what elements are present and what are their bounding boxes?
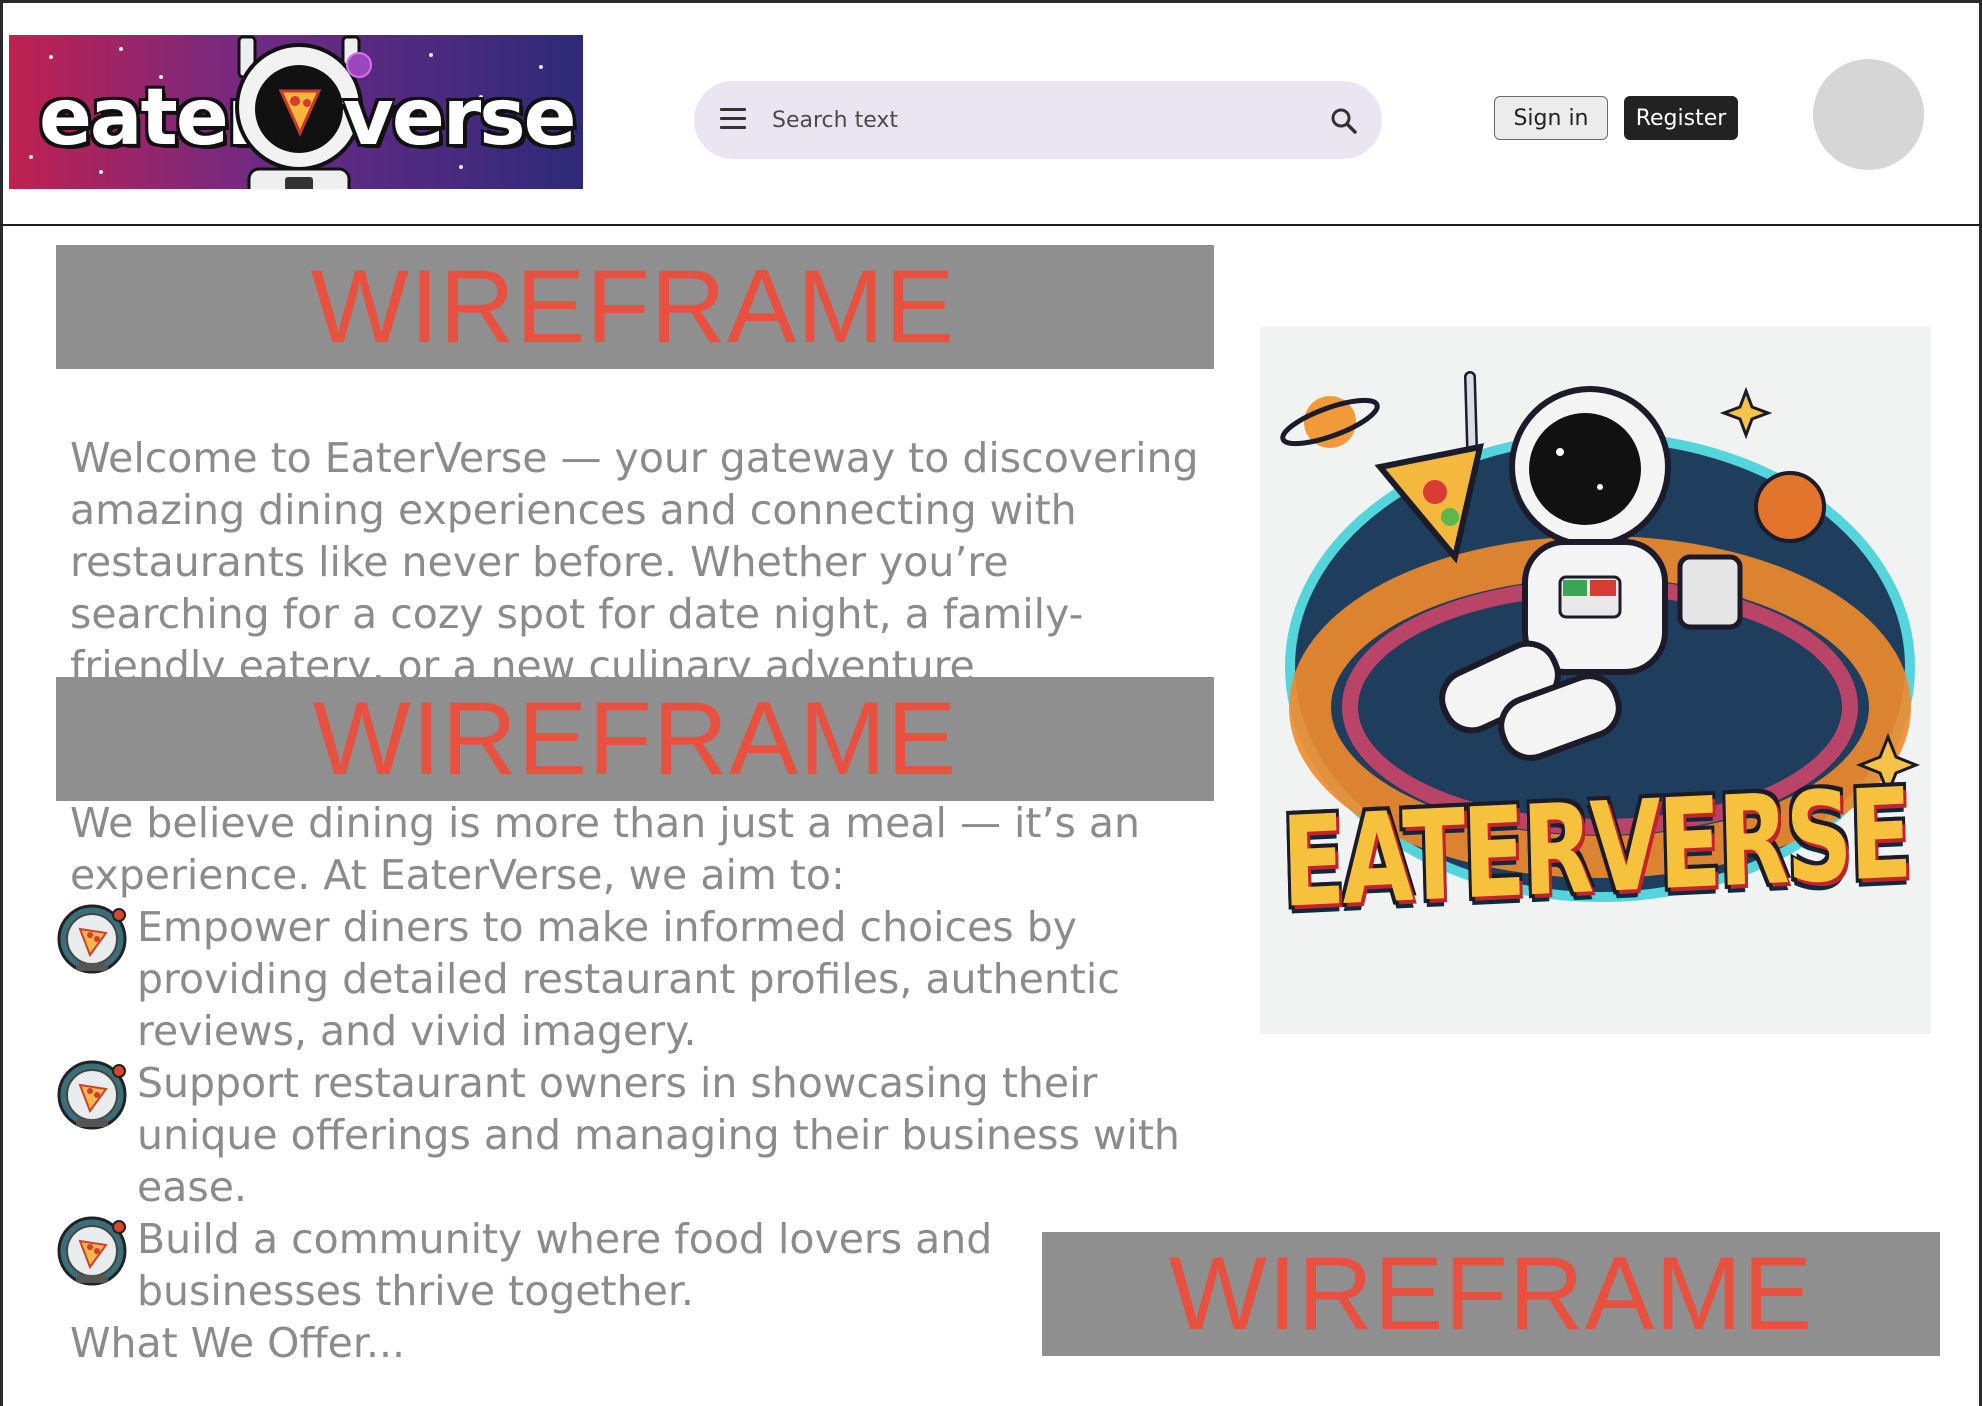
wireframe-label: WIREFRAME: [312, 681, 958, 797]
mission-list: Empower diners to make informed choices …: [54, 901, 1204, 1317]
logo-text-right: verse: [343, 73, 577, 163]
list-item-text: Support restaurant owners in showcasing …: [137, 1059, 1180, 1211]
offer-heading: What We Offer...: [70, 1319, 406, 1367]
wireframe-label: WIREFRAME: [1168, 1236, 1814, 1352]
astronaut-pizza-icon: [57, 1216, 127, 1286]
search-input[interactable]: [772, 101, 1292, 139]
mission-intro: We believe dining is more than just a me…: [70, 799, 1140, 899]
list-item-text: Build a community where food lovers and …: [137, 1215, 993, 1315]
astronaut-pizza-icon: [57, 1060, 127, 1130]
register-button[interactable]: Register: [1624, 96, 1738, 140]
search-icon[interactable]: [1328, 105, 1360, 137]
search-bar: [694, 81, 1382, 159]
list-item: Empower diners to make informed choices …: [54, 901, 1204, 1057]
wireframe-placeholder: WIREFRAME: [56, 677, 1214, 801]
site-header: eater verse Sign in Register: [0, 0, 1982, 226]
astronaut-pizza-icon: [57, 904, 127, 974]
list-item: Support restaurant owners in showcasing …: [54, 1057, 1204, 1213]
wireframe-placeholder: WIREFRAME: [1042, 1232, 1940, 1356]
eaterverse-logo[interactable]: eater verse: [9, 35, 583, 189]
hero-image: EATERVERSE: [1260, 327, 1931, 1034]
wireframe-label: WIREFRAME: [310, 249, 956, 365]
sign-in-button[interactable]: Sign in: [1494, 96, 1608, 140]
menu-icon[interactable]: [720, 108, 746, 132]
list-item: Build a community where food lovers and …: [54, 1213, 1204, 1317]
wireframe-placeholder: WIREFRAME: [56, 245, 1214, 369]
avatar[interactable]: [1813, 59, 1924, 170]
list-item-text: Empower diners to make informed choices …: [137, 903, 1120, 1055]
intro-paragraph: Welcome to EaterVerse — your gateway to …: [70, 434, 1199, 680]
